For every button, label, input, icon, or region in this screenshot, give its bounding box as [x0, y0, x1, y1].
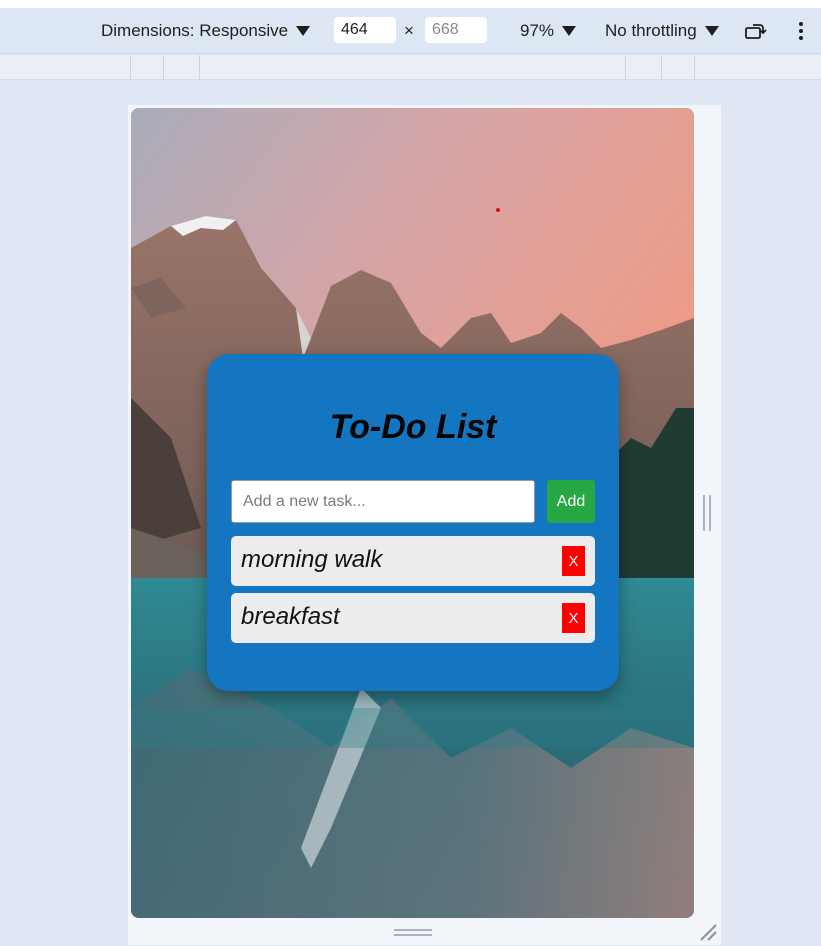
- dimensions-dropdown[interactable]: Dimensions: Responsive: [101, 8, 311, 54]
- throttling-label: No throttling: [605, 21, 697, 40]
- throttling-dropdown[interactable]: No throttling: [605, 8, 719, 54]
- zoom-label: 97%: [520, 21, 555, 40]
- viewport-resize-handle-right[interactable]: [703, 495, 711, 531]
- chevron-down-icon: [296, 26, 311, 36]
- new-task-input[interactable]: [231, 480, 535, 523]
- browser-top-strip: [0, 0, 821, 8]
- todo-card: To-Do List Add morning walk X breakfast …: [207, 354, 619, 691]
- task-item: breakfast X: [231, 593, 595, 643]
- width-input[interactable]: [334, 17, 396, 43]
- ruler-tick: [199, 55, 200, 80]
- more-options-icon: [799, 22, 803, 40]
- device-toolbar: Dimensions: Responsive × 97% No throttli…: [0, 8, 821, 54]
- ruler-tick: [130, 55, 131, 80]
- ruler-tick: [661, 55, 662, 80]
- times-symbol: ×: [404, 21, 414, 40]
- chevron-down-icon: [562, 26, 577, 36]
- more-options-button[interactable]: [797, 8, 805, 54]
- resize-corner-icon[interactable]: [698, 922, 718, 942]
- zoom-dropdown[interactable]: 97%: [520, 8, 577, 54]
- ruler-tick: [163, 55, 164, 80]
- viewport-resize-handle-bottom[interactable]: [394, 929, 432, 936]
- delete-task-button[interactable]: X: [562, 546, 585, 576]
- task-text: morning walk: [241, 546, 383, 573]
- height-input[interactable]: [425, 17, 487, 43]
- chevron-down-icon: [704, 26, 719, 36]
- rotate-device-icon: [745, 24, 767, 39]
- rotate-device-button[interactable]: [744, 8, 768, 54]
- ruler-tick: [694, 55, 695, 80]
- page-title: To-Do List: [329, 408, 497, 446]
- task-item: morning walk X: [231, 536, 595, 586]
- task-text: breakfast: [241, 603, 340, 630]
- delete-task-button[interactable]: X: [562, 603, 585, 633]
- mouse-cursor-dot: [496, 208, 500, 212]
- ruler-tick: [625, 55, 626, 80]
- media-query-bar[interactable]: [0, 55, 821, 80]
- dimensions-label: Dimensions: Responsive: [101, 21, 289, 40]
- add-task-button[interactable]: Add: [547, 480, 595, 523]
